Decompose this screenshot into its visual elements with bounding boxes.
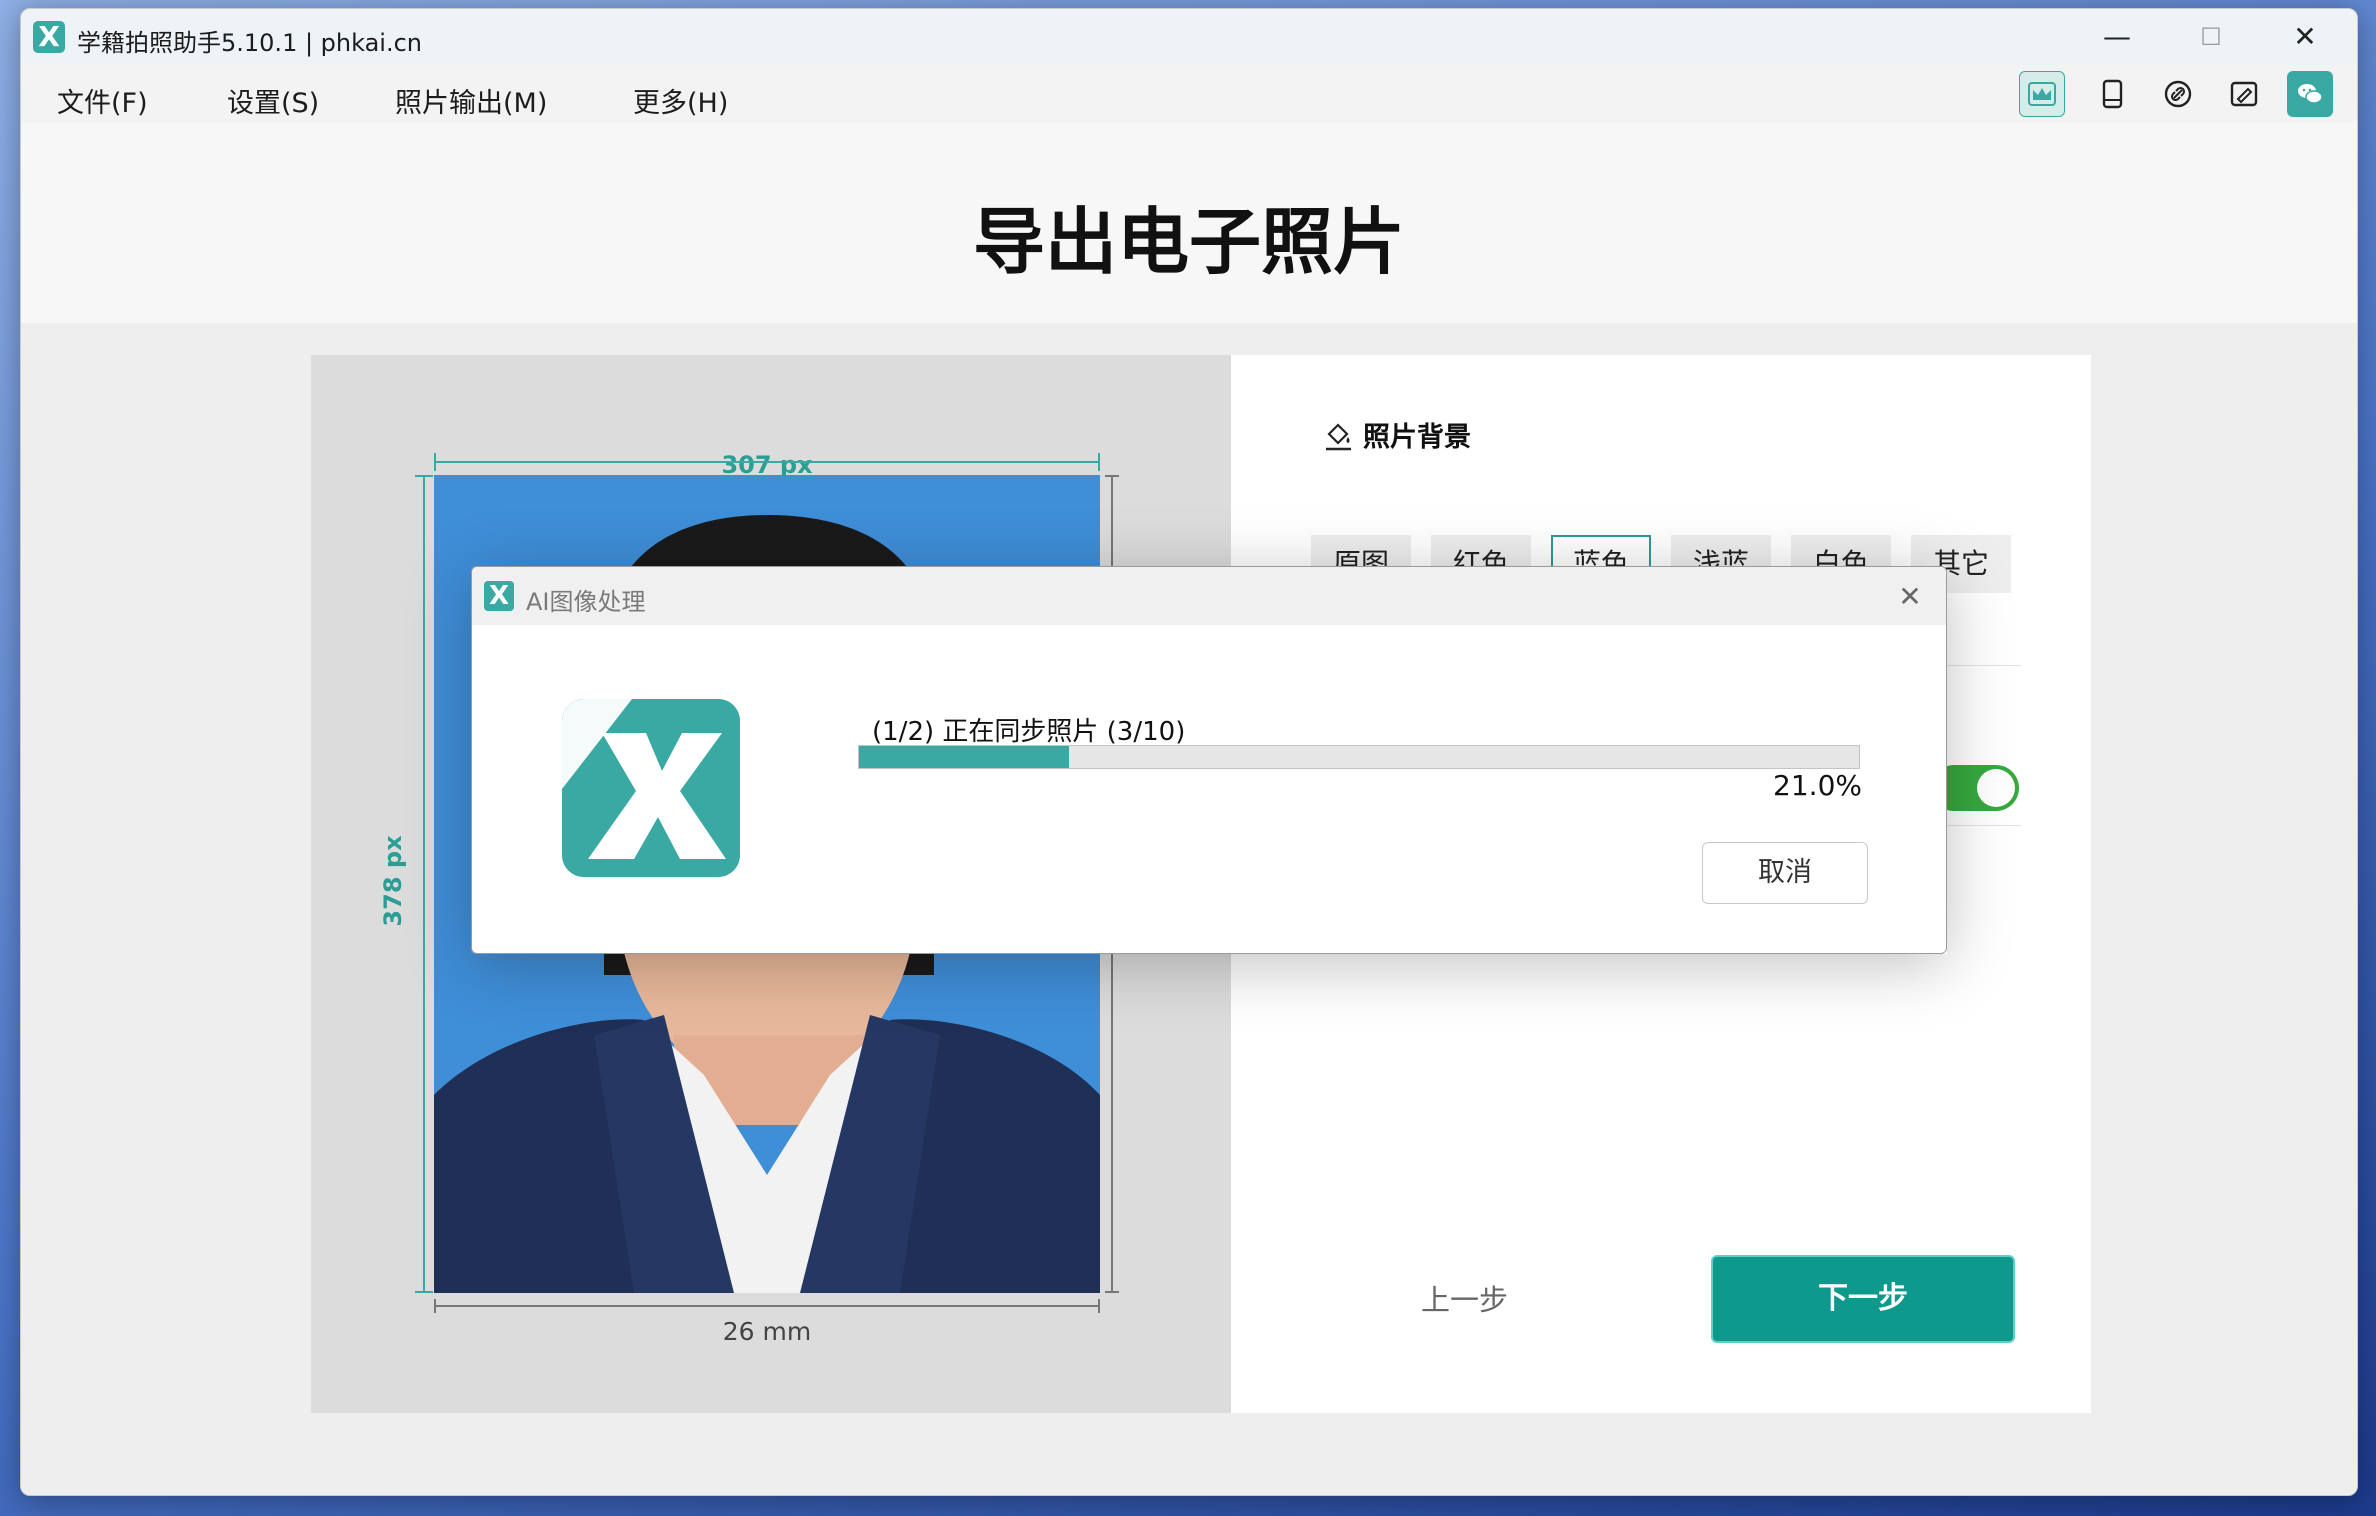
menu-settings[interactable]: 设置(S) [227, 81, 319, 120]
section-title: 照片背景 [1321, 415, 1471, 454]
progress-bar-fill [859, 746, 1069, 768]
right-guide-tick-top [1105, 475, 1119, 477]
ai-processing-dialog: X AI图像处理 ✕ (1/2) 正在同步照片 (3/10) 21.0% 取消 [471, 566, 1947, 954]
header-area: 导出电子照片 [21, 123, 2357, 323]
edit-image-icon[interactable] [2221, 71, 2267, 117]
height-tick-top [415, 475, 433, 477]
toggle-knob [1977, 769, 2015, 807]
window-title: 学籍拍照助手5.10.1 | phkai.cn [77, 29, 423, 57]
width-tick-left [434, 453, 436, 471]
paint-bucket-icon [1326, 422, 1351, 450]
minimize-button[interactable]: — [2087, 13, 2147, 61]
app-window: X 学籍拍照助手5.10.1 | phkai.cn — ☐ ✕ 文件(F) 设置… [20, 8, 2358, 1496]
width-tick-right [1098, 453, 1100, 471]
dialog-logo-icon: X [484, 581, 514, 611]
height-label: 378 px [379, 835, 407, 927]
height-dimension-line [423, 475, 425, 1293]
link-icon[interactable] [2155, 71, 2201, 117]
bottom-guide-tick-right [1098, 1299, 1100, 1313]
progress-status-text: (1/2) 正在同步照片 (3/10) [872, 717, 1186, 747]
app-logo-large-icon [562, 699, 740, 877]
crown-icon[interactable] [2019, 71, 2065, 117]
page-title: 导出电子照片 [972, 200, 1405, 284]
bottom-guide-tick-left [434, 1299, 436, 1313]
physical-size-label: 26 mm [722, 1317, 812, 1346]
height-tick-bottom [415, 1291, 433, 1293]
app-logo-icon: X [33, 21, 65, 53]
dialog-title-bar: X AI图像处理 ✕ [472, 567, 1946, 625]
menu-file[interactable]: 文件(F) [57, 81, 148, 120]
tablet-icon[interactable] [2089, 71, 2135, 117]
progress-percent: 21.0% [1773, 769, 1862, 802]
maximize-button[interactable]: ☐ [2181, 13, 2241, 61]
title-bar: X 学籍拍照助手5.10.1 | phkai.cn — ☐ ✕ [21, 9, 2357, 65]
next-step-button[interactable]: 下一步 [1711, 1255, 2015, 1343]
cancel-button[interactable]: 取消 [1702, 842, 1868, 904]
bottom-guide-line [434, 1305, 1100, 1307]
menu-photo-output[interactable]: 照片输出(M) [395, 81, 547, 120]
width-dimension-line [434, 461, 1100, 463]
wechat-icon[interactable] [2287, 71, 2333, 117]
menu-more[interactable]: 更多(H) [633, 81, 728, 120]
close-button[interactable]: ✕ [2275, 13, 2335, 61]
dialog-title: AI图像处理 [526, 588, 646, 616]
right-guide-tick-bottom [1105, 1291, 1119, 1293]
prev-step-button[interactable]: 上一步 [1421, 1277, 1508, 1319]
menu-bar: 文件(F) 设置(S) 照片输出(M) 更多(H) [21, 65, 2357, 123]
dialog-close-icon[interactable]: ✕ [1888, 575, 1932, 619]
section-title-text: 照片背景 [1363, 422, 1471, 453]
progress-bar [858, 745, 1860, 769]
